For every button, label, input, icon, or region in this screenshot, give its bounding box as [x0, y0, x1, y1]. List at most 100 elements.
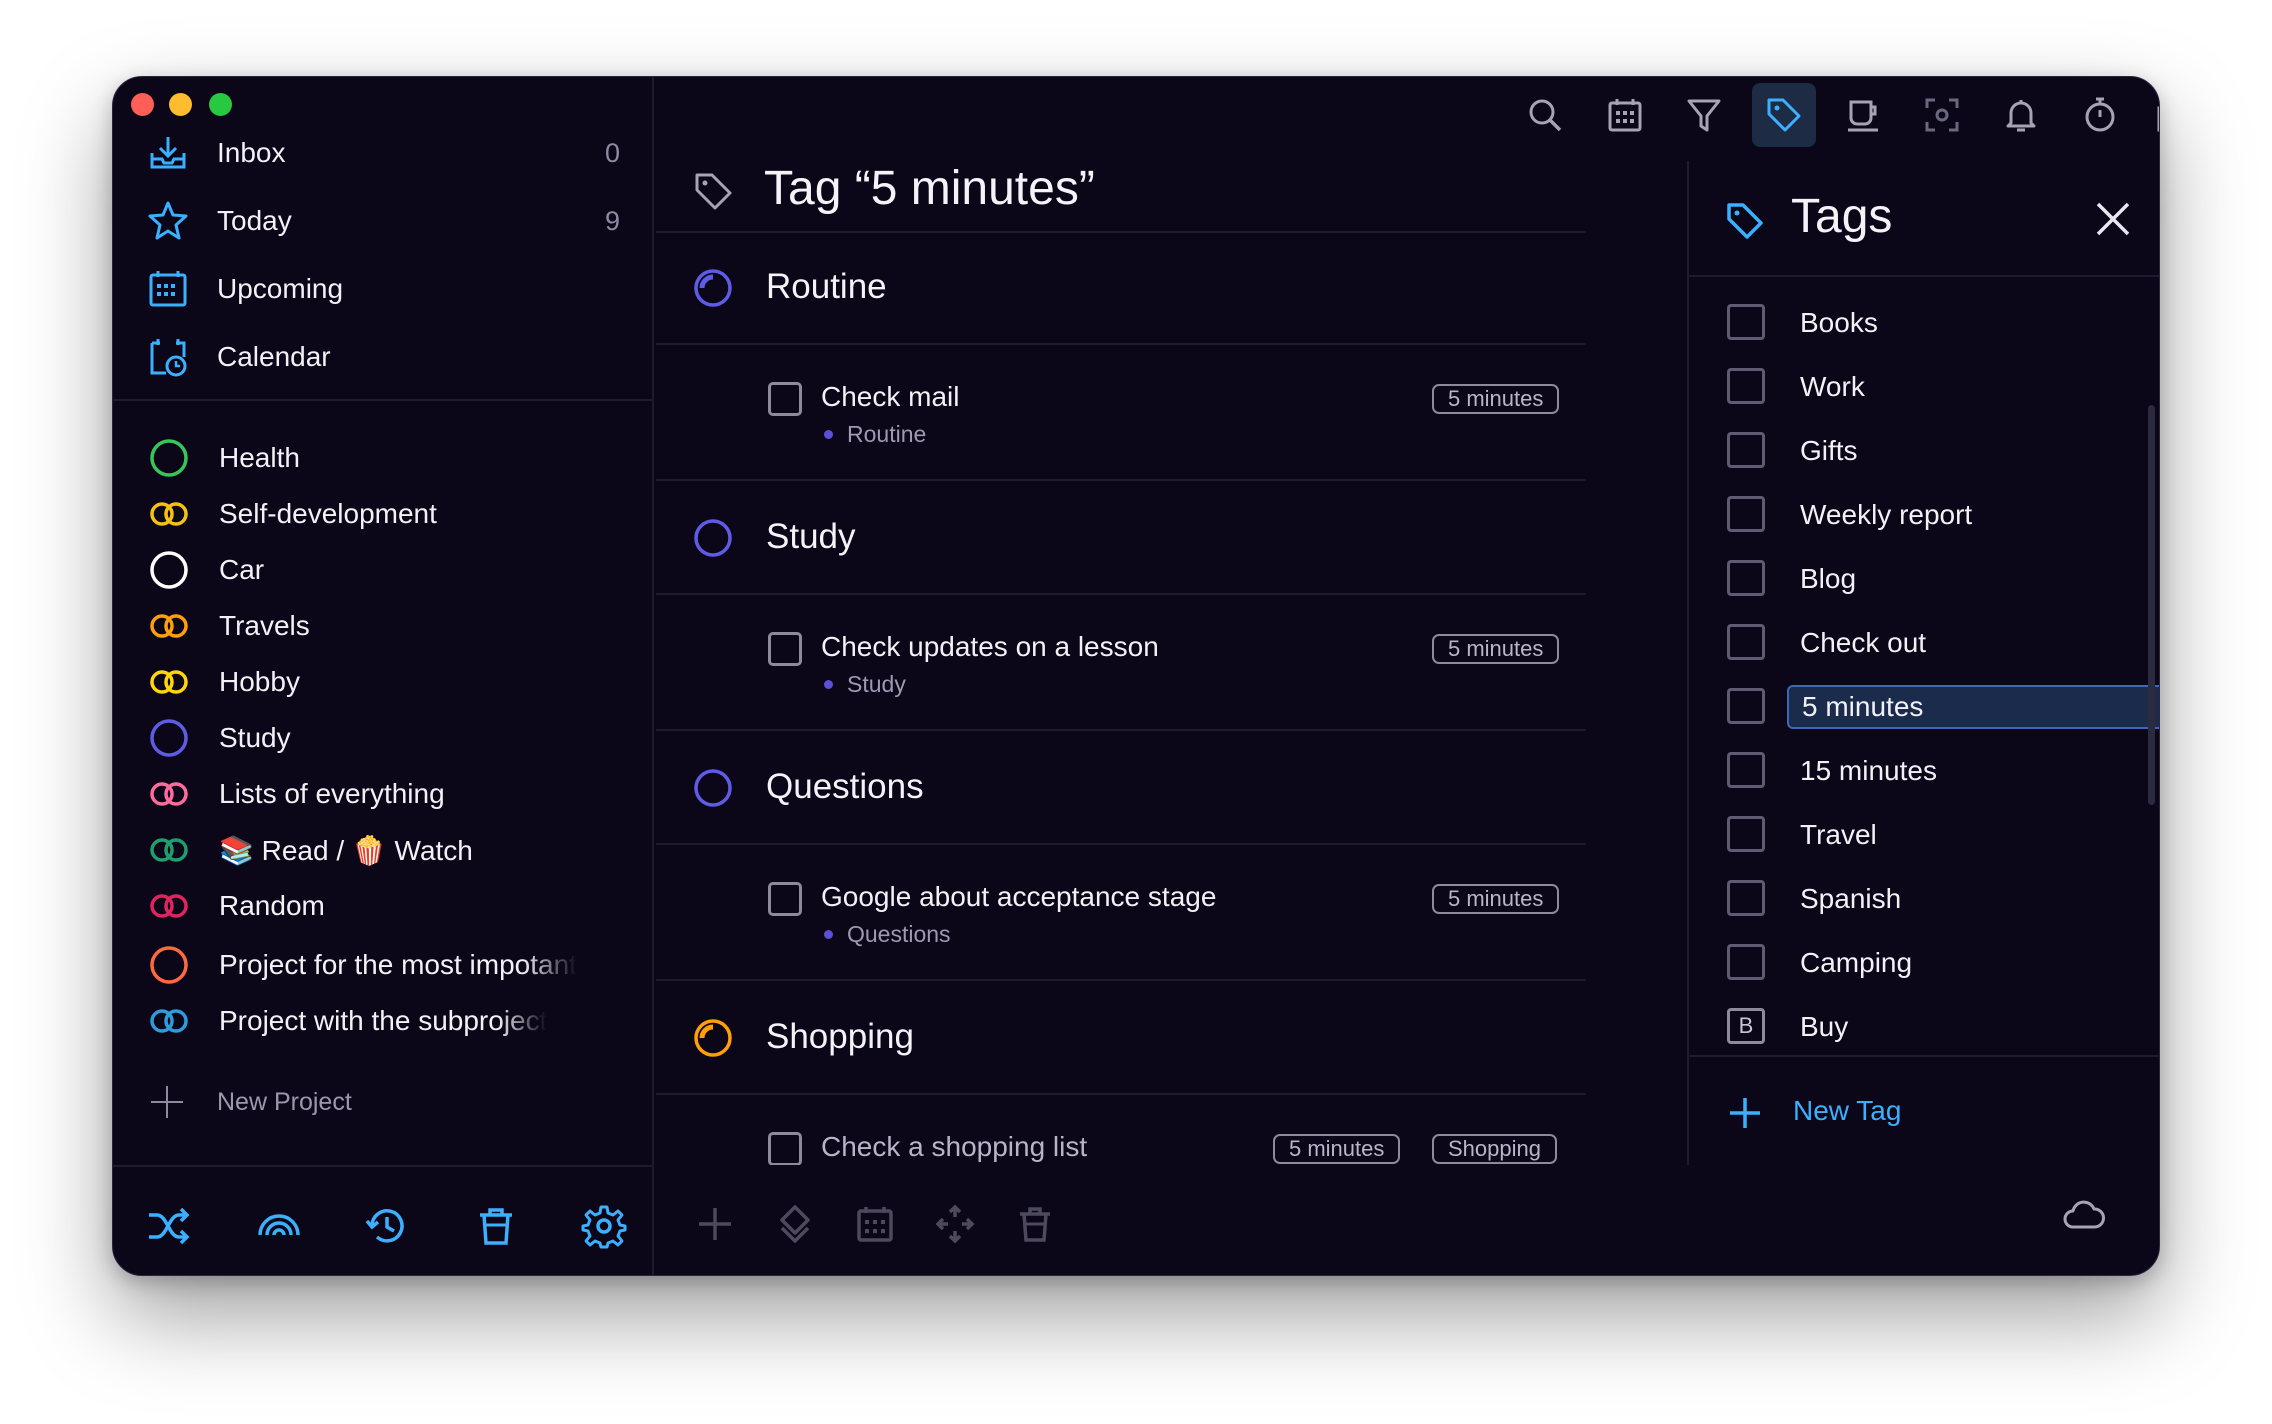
group-header[interactable]: Shopping [656, 983, 1586, 1095]
tag-item[interactable]: Travel [1689, 801, 2159, 865]
tag-label: Buy [1800, 1011, 1849, 1042]
project-most-important[interactable]: Project for the most impotant [113, 939, 654, 991]
calendar-button[interactable] [1593, 83, 1657, 147]
cloud-sync-icon[interactable] [2061, 1193, 2107, 1239]
tag-item[interactable]: Spanish [1689, 865, 2159, 929]
tag-item-selected[interactable]: 5 minutes [1689, 673, 2159, 737]
tag-checkbox[interactable] [1727, 304, 1765, 340]
project-self-development[interactable]: Self-development [113, 488, 654, 540]
tag-item[interactable]: 15 minutes [1689, 737, 2159, 801]
tag-item[interactable]: B Buy [1689, 993, 2159, 1057]
arrows-icon[interactable] [934, 1203, 976, 1245]
coffee-button[interactable] [1831, 83, 1895, 147]
task-row[interactable]: Check a shopping list 5 minutes Shopping [656, 1095, 1586, 1165]
project-random[interactable]: Random [113, 880, 654, 932]
tag-item[interactable]: Books [1689, 289, 2159, 353]
move-icon[interactable] [774, 1203, 816, 1245]
project-with-subproject[interactable]: Project with the subproject [113, 995, 654, 1047]
project-rings-icon [150, 1009, 188, 1033]
focus-button[interactable] [1910, 83, 1974, 147]
project-label: Travels [219, 610, 310, 641]
tag-label: Work [1800, 371, 1865, 402]
calendar-icon [1608, 99, 1642, 132]
tag-checkbox[interactable] [1727, 816, 1765, 852]
task-project-label: Routine [847, 421, 927, 447]
plus-icon [1730, 1098, 1760, 1128]
project-label: Project for the most impotant [219, 949, 577, 980]
gear-icon[interactable] [581, 1203, 627, 1249]
new-tag-button[interactable]: New Tag [1689, 1055, 2159, 1165]
group-header[interactable]: Questions [656, 733, 1586, 845]
plus-icon[interactable] [694, 1203, 736, 1245]
trash-icon[interactable] [473, 1203, 519, 1249]
tag-item[interactable]: Check out [1689, 609, 2159, 673]
project-car[interactable]: Car [113, 544, 654, 596]
tags-scrollbar[interactable] [2148, 405, 2155, 805]
task-checkbox[interactable] [768, 632, 802, 666]
calendar-grid-icon [149, 271, 187, 307]
tag-badge[interactable]: Shopping [1432, 1134, 1557, 1164]
project-circle-icon [150, 439, 188, 477]
tag-badge[interactable]: 5 minutes [1432, 634, 1560, 664]
inbox-icon [150, 137, 186, 169]
project-hobby[interactable]: Hobby [113, 656, 654, 708]
timer-button[interactable] [2068, 83, 2132, 147]
project-label: Self-development [219, 498, 437, 529]
project-travels[interactable]: Travels [113, 600, 654, 652]
project-lists-of-everything[interactable]: Lists of everything [113, 768, 654, 820]
tag-checkbox[interactable] [1727, 496, 1765, 532]
task-row[interactable]: Check updates on a lesson Study 5 minute… [656, 595, 1586, 731]
project-health[interactable]: Health [113, 432, 654, 484]
task-row[interactable]: Check mail Routine 5 minutes [656, 345, 1586, 481]
tags-panel: Tags Books Work Gifts Weekly report Blog… [1687, 161, 2159, 1165]
sidebar-item-upcoming[interactable]: Upcoming [113, 259, 654, 319]
task-checkbox[interactable] [768, 1132, 802, 1165]
history-icon[interactable] [364, 1203, 410, 1249]
task-checkbox[interactable] [768, 382, 802, 416]
search-button[interactable] [1513, 83, 1577, 147]
tag-shortcut-key[interactable]: B [1727, 1008, 1765, 1044]
project-dot [824, 430, 833, 439]
project-study[interactable]: Study [113, 712, 654, 764]
main-area: Tag “5 minutes” Routine Check mail Routi… [656, 77, 2159, 1275]
task-title: Check updates on a lesson [821, 631, 1159, 662]
tag-item[interactable]: Gifts [1689, 417, 2159, 481]
filter-button[interactable] [1672, 83, 1736, 147]
close-icon[interactable] [2093, 199, 2133, 239]
tag-checkbox[interactable] [1727, 688, 1765, 724]
tag-badge[interactable]: 5 minutes [1432, 384, 1560, 414]
new-project-button[interactable]: New Project [149, 1077, 352, 1127]
rainbow-icon[interactable] [256, 1203, 302, 1249]
tag-item[interactable]: Work [1689, 353, 2159, 417]
sidebar-item-today[interactable]: Today 9 [113, 191, 654, 251]
sidebar-item-calendar[interactable]: Calendar [113, 327, 654, 387]
tags-panel-header: Tags [1689, 161, 2159, 277]
notifications-button[interactable] [1989, 83, 2053, 147]
tag-checkbox[interactable] [1727, 752, 1765, 788]
tag-item[interactable]: Weekly report [1689, 481, 2159, 545]
trash-icon[interactable] [1014, 1203, 1056, 1245]
tag-badge[interactable]: 5 minutes [1432, 884, 1560, 914]
tag-item[interactable]: Camping [1689, 929, 2159, 993]
group-header[interactable]: Study [656, 483, 1586, 595]
tag-checkbox[interactable] [1727, 880, 1765, 916]
sidebar-item-inbox[interactable]: Inbox 0 [113, 123, 654, 183]
page-title: Tag “5 minutes” [764, 162, 1095, 215]
group-header[interactable]: Routine [656, 233, 1586, 345]
tag-item[interactable]: Blog [1689, 545, 2159, 609]
project-read-watch[interactable]: 📚 Read / 🍿 Watch [113, 824, 654, 876]
task-checkbox[interactable] [768, 882, 802, 916]
tag-checkbox[interactable] [1727, 944, 1765, 980]
task-row[interactable]: Google about acceptance stage Questions … [656, 845, 1586, 981]
tag-checkbox[interactable] [1727, 432, 1765, 468]
tag-checkbox[interactable] [1727, 624, 1765, 660]
tag-button[interactable] [1752, 83, 1816, 147]
tag-label: Check out [1800, 627, 1927, 658]
tag-checkbox[interactable] [1727, 560, 1765, 596]
copy-button[interactable] [2147, 83, 2159, 147]
project-circle-icon [694, 769, 732, 807]
tag-badge[interactable]: 5 minutes [1273, 1134, 1401, 1164]
shuffle-icon[interactable] [145, 1203, 191, 1249]
calendar-icon[interactable] [854, 1203, 896, 1245]
tag-checkbox[interactable] [1727, 368, 1765, 404]
